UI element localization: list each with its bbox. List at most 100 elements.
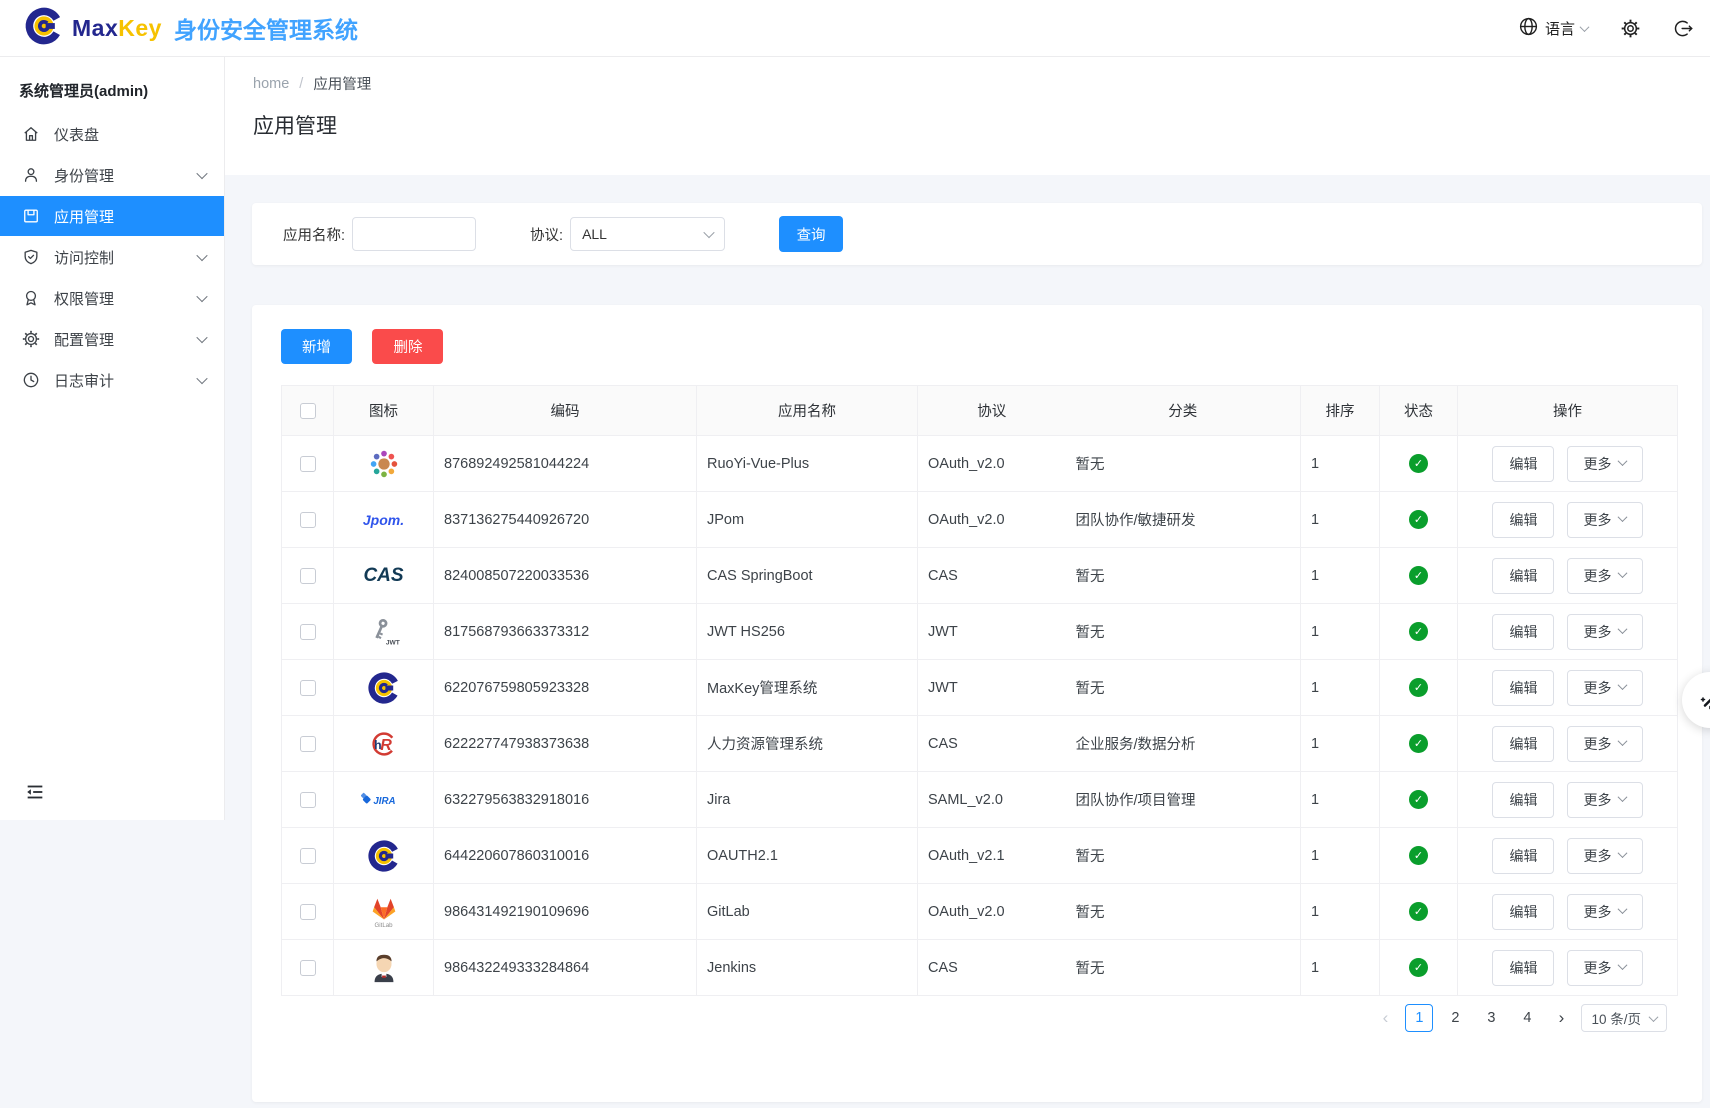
app-window-icon: [21, 206, 41, 226]
sidebar-collapse-button[interactable]: [24, 781, 46, 808]
column-header-protocol: 协议: [918, 386, 1066, 436]
edit-button[interactable]: 编辑: [1492, 726, 1554, 762]
sidebar: 系统管理员(admin) 仪表盘 身份管理 应用管理: [0, 57, 225, 820]
app-name: GitLab: [697, 884, 918, 940]
app-table: 图标 编码 应用名称 协议 分类 排序 状态 操作: [281, 385, 1678, 996]
home-icon: [21, 124, 41, 144]
row-checkbox[interactable]: [300, 848, 316, 864]
more-button[interactable]: 更多: [1567, 782, 1643, 818]
app-sort: 1: [1301, 884, 1380, 940]
app-sort: 1: [1301, 548, 1380, 604]
page-number-2[interactable]: 2: [1441, 1004, 1469, 1032]
chevron-down-icon: [1617, 904, 1627, 914]
settings-button[interactable]: [1620, 18, 1641, 39]
edit-button[interactable]: 编辑: [1492, 894, 1554, 930]
app-name: Jenkins: [697, 940, 918, 996]
edit-button[interactable]: 编辑: [1492, 558, 1554, 594]
chevron-down-icon: [1580, 22, 1590, 32]
next-page-button[interactable]: ›: [1549, 1008, 1573, 1028]
add-button[interactable]: 新增: [281, 329, 352, 364]
page-number-4[interactable]: 4: [1513, 1004, 1541, 1032]
more-button[interactable]: 更多: [1567, 670, 1643, 706]
edit-button[interactable]: 编辑: [1492, 838, 1554, 874]
protocol-selected-value: ALL: [582, 226, 607, 242]
page-title: 应用管理: [253, 110, 1710, 140]
svg-text:JWT: JWT: [385, 639, 399, 646]
row-checkbox[interactable]: [300, 960, 316, 976]
more-button[interactable]: 更多: [1567, 838, 1643, 874]
app-category: 企业服务/数据分析: [1066, 716, 1301, 772]
select-all-checkbox[interactable]: [300, 403, 316, 419]
page-number-1[interactable]: 1: [1405, 1004, 1433, 1032]
clock-icon: [21, 370, 41, 390]
sidebar-item-permissions[interactable]: 权限管理: [0, 278, 224, 318]
search-button[interactable]: 查询: [779, 216, 843, 252]
edit-button[interactable]: 编辑: [1492, 950, 1554, 986]
app-sort: 1: [1301, 716, 1380, 772]
app-name: Jira: [697, 772, 918, 828]
topbar-actions: 语言: [1518, 16, 1710, 41]
more-button[interactable]: 更多: [1567, 558, 1643, 594]
app-sort: 1: [1301, 604, 1380, 660]
globe-icon: [1518, 16, 1539, 41]
more-button[interactable]: 更多: [1567, 614, 1643, 650]
row-checkbox[interactable]: [300, 792, 316, 808]
page-number-3[interactable]: 3: [1477, 1004, 1505, 1032]
edit-button[interactable]: 编辑: [1492, 502, 1554, 538]
chevron-down-icon: [1617, 792, 1627, 802]
row-checkbox[interactable]: [300, 736, 316, 752]
jenkins-logo-icon: [367, 948, 401, 988]
status-enabled-icon: ✓: [1409, 734, 1428, 753]
delete-button[interactable]: 删除: [372, 329, 443, 364]
row-checkbox[interactable]: [300, 568, 316, 584]
more-button[interactable]: 更多: [1567, 726, 1643, 762]
breadcrumb-home[interactable]: home: [253, 76, 289, 92]
sidebar-item-audit-log[interactable]: 日志审计: [0, 360, 224, 400]
chevron-down-icon: [196, 373, 207, 384]
sidebar-item-label: 仪表盘: [54, 124, 99, 145]
chevron-down-icon: [1617, 736, 1627, 746]
edit-button[interactable]: 编辑: [1492, 670, 1554, 706]
edit-button[interactable]: 编辑: [1492, 614, 1554, 650]
row-checkbox[interactable]: [300, 680, 316, 696]
edit-button[interactable]: 编辑: [1492, 782, 1554, 818]
logout-button[interactable]: [1673, 18, 1694, 39]
prev-page-button[interactable]: ‹: [1373, 1008, 1397, 1028]
app-name-input[interactable]: [352, 217, 476, 251]
table-row: GitLab 986431492190109696 GitLab OAuth_v…: [282, 884, 1678, 940]
row-checkbox[interactable]: [300, 512, 316, 528]
chevron-down-icon: [1617, 568, 1627, 578]
app-category: 暂无: [1066, 604, 1301, 660]
app-name-label: 应用名称:: [283, 224, 345, 245]
row-checkbox[interactable]: [300, 456, 316, 472]
more-button[interactable]: 更多: [1567, 950, 1643, 986]
sidebar-item-access-control[interactable]: 访问控制: [0, 237, 224, 277]
column-header-category: 分类: [1066, 386, 1301, 436]
column-header-code: 编码: [434, 386, 697, 436]
row-checkbox[interactable]: [300, 904, 316, 920]
chevron-down-icon: [703, 227, 714, 238]
edit-button[interactable]: 编辑: [1492, 446, 1554, 482]
app-sort: 1: [1301, 660, 1380, 716]
breadcrumb-current: 应用管理: [313, 73, 371, 94]
app-name: JPom: [697, 492, 918, 548]
protocol-select[interactable]: ALL: [570, 217, 725, 251]
page-size-select[interactable]: 10 条/页: [1581, 1004, 1667, 1032]
more-button[interactable]: 更多: [1567, 502, 1643, 538]
more-button[interactable]: 更多: [1567, 446, 1643, 482]
sidebar-item-identity[interactable]: 身份管理: [0, 155, 224, 195]
app-protocol: JWT: [918, 604, 1066, 660]
app-sort: 1: [1301, 940, 1380, 996]
more-button[interactable]: 更多: [1567, 894, 1643, 930]
column-header-actions: 操作: [1458, 386, 1678, 436]
sidebar-item-dashboard[interactable]: 仪表盘: [0, 114, 224, 154]
sidebar-item-configuration[interactable]: 配置管理: [0, 319, 224, 359]
chevron-down-icon: [1617, 624, 1627, 634]
language-switcher[interactable]: 语言: [1518, 16, 1588, 41]
table-row: 876892492581044224 RuoYi-Vue-Plus OAuth_…: [282, 436, 1678, 492]
table-header-row: 图标 编码 应用名称 协议 分类 排序 状态 操作: [282, 386, 1678, 436]
row-checkbox[interactable]: [300, 624, 316, 640]
sidebar-item-applications[interactable]: 应用管理: [0, 196, 224, 236]
app-code: 644220607860310016: [434, 828, 697, 884]
ruoyi-logo-icon: [367, 444, 401, 484]
